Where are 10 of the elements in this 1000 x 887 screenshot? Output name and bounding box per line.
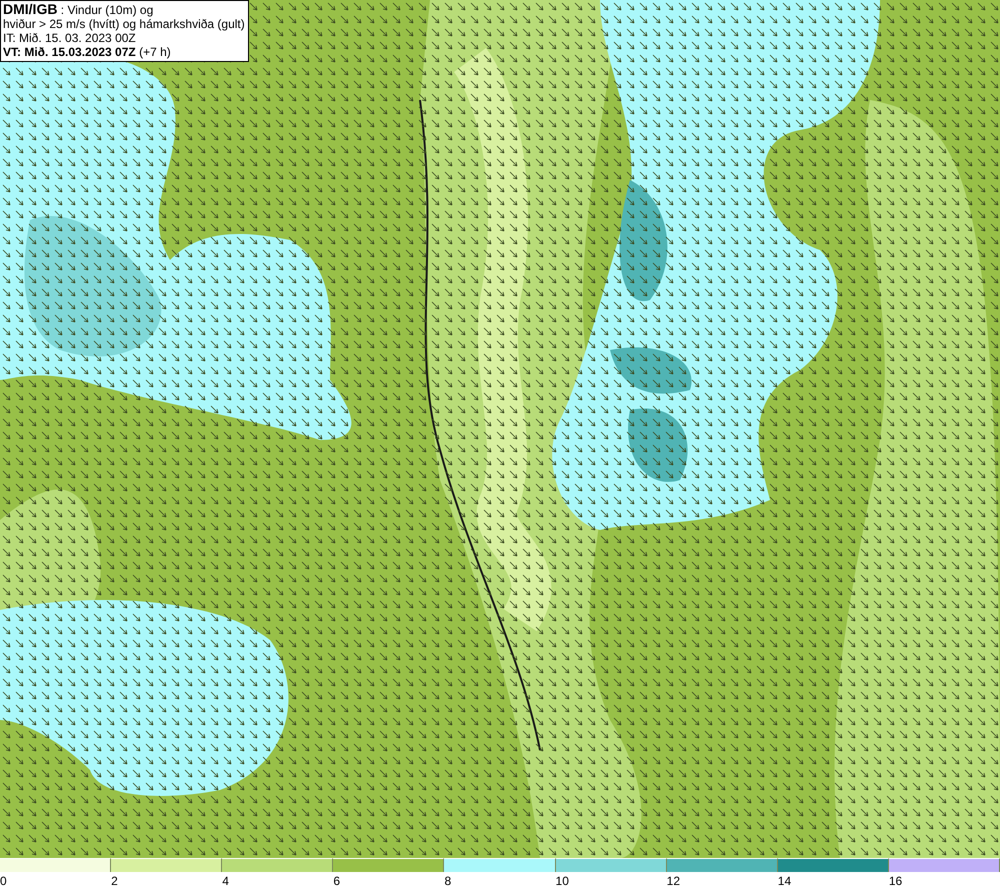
legend-tick-label: 10 bbox=[556, 874, 569, 887]
legend-tick-label: 2 bbox=[111, 874, 118, 887]
legend-tick-label: 14 bbox=[778, 874, 792, 887]
legend-tick-label: 4 bbox=[222, 874, 229, 887]
legend-tick-label: 12 bbox=[666, 874, 680, 887]
legend-tick-label: 8 bbox=[444, 874, 452, 887]
legend-tick-label: 0 bbox=[0, 874, 7, 887]
title-box: DMI/IGB : Vindur (10m) og hviður > 25 m/s (hvítt) og hámarkshviða (gult) IT: Mið. 15. 03. 2023 00Z VT: Mið. 15.03.2023 07Z (+7 h) bbox=[0, 0, 249, 62]
legend-tick-label: 16 bbox=[888, 874, 902, 887]
legend-tick-label: 6 bbox=[333, 874, 340, 887]
